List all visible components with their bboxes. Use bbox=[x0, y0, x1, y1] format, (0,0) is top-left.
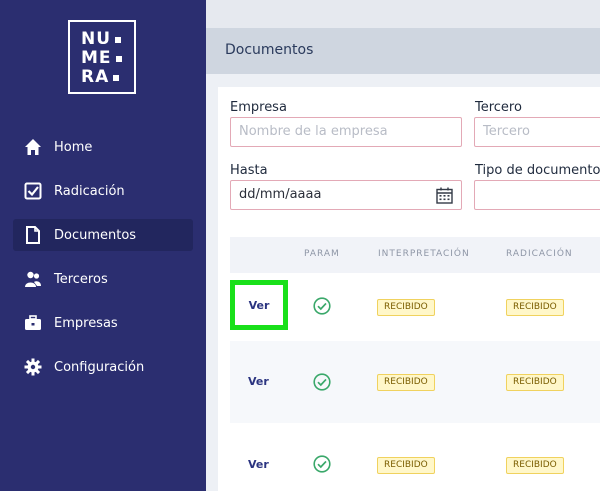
empresa-placeholder: Nombre de la empresa bbox=[239, 124, 388, 139]
numera-logo[interactable]: NU ME RA bbox=[68, 20, 136, 94]
table-row: Ver RECIBIDO RECIBIDO bbox=[230, 423, 600, 491]
checkbox-icon bbox=[24, 182, 42, 200]
status-badge: RECIBIDO bbox=[506, 374, 564, 391]
ver-link[interactable]: Ver bbox=[248, 375, 269, 388]
table-row: Ver RECIBIDO RECIBIDO bbox=[230, 341, 600, 423]
logo-square bbox=[113, 74, 120, 81]
sidebar-nav: Home Radicación Documentos Terceros Empr… bbox=[13, 131, 193, 395]
empresa-input[interactable]: Nombre de la empresa bbox=[230, 117, 462, 147]
ver-button[interactable]: Ver bbox=[230, 280, 288, 330]
empresa-label: Empresa bbox=[230, 100, 287, 115]
check-circle-icon bbox=[313, 297, 331, 315]
hasta-date-input[interactable]: dd/mm/aaaa bbox=[230, 180, 462, 210]
logo-square bbox=[115, 36, 122, 43]
tercero-placeholder: Tercero bbox=[483, 124, 530, 139]
sidebar-item-radicacion[interactable]: Radicación bbox=[13, 175, 193, 207]
sidebar-item-terceros[interactable]: Terceros bbox=[13, 263, 193, 295]
tipo-documento-select[interactable] bbox=[474, 180, 600, 210]
logo-text-row-1: NU bbox=[81, 29, 112, 49]
hasta-value: dd/mm/aaaa bbox=[239, 187, 322, 202]
column-header-param: PARAM bbox=[304, 249, 340, 259]
page-title: Documentos bbox=[225, 42, 314, 58]
logo-text-row-2: ME bbox=[81, 48, 112, 68]
tercero-label: Tercero bbox=[475, 100, 522, 115]
sidebar-item-label: Empresas bbox=[54, 315, 118, 331]
sidebar-item-documentos[interactable]: Documentos bbox=[13, 219, 193, 251]
status-badge: RECIBIDO bbox=[377, 457, 435, 474]
sidebar-item-empresas[interactable]: Empresas bbox=[13, 307, 193, 339]
top-bar bbox=[206, 0, 600, 28]
status-badge: RECIBIDO bbox=[377, 374, 435, 391]
gear-icon bbox=[24, 358, 42, 376]
table-row: Ver RECIBIDO RECIBIDO bbox=[230, 273, 600, 341]
sidebar-item-home[interactable]: Home bbox=[13, 131, 193, 163]
column-header-radicacion: RADICACIÓN bbox=[506, 249, 573, 259]
hasta-label: Hasta bbox=[230, 163, 268, 178]
home-icon bbox=[24, 138, 42, 156]
page-header: Documentos bbox=[206, 28, 600, 74]
check-circle-icon bbox=[313, 373, 331, 391]
briefcase-icon bbox=[24, 314, 42, 332]
sidebar-item-label: Documentos bbox=[54, 227, 137, 243]
sidebar: NU ME RA Home Radicación Documentos Terc… bbox=[0, 0, 206, 491]
users-icon bbox=[24, 270, 42, 288]
tercero-input[interactable]: Tercero bbox=[474, 117, 600, 147]
calendar-icon[interactable] bbox=[436, 187, 453, 209]
sidebar-item-label: Home bbox=[54, 139, 93, 155]
document-icon bbox=[24, 226, 42, 244]
status-badge: RECIBIDO bbox=[377, 299, 435, 316]
table-header: PARAM INTERPRETACIÓN RADICACIÓN bbox=[230, 237, 600, 273]
status-badge: RECIBIDO bbox=[506, 457, 564, 474]
ver-link[interactable]: Ver bbox=[248, 458, 269, 471]
sidebar-item-label: Configuración bbox=[54, 359, 145, 375]
tipo-documento-label: Tipo de documento bbox=[475, 163, 600, 178]
logo-square bbox=[115, 55, 122, 62]
column-header-interpretacion: INTERPRETACIÓN bbox=[378, 249, 470, 259]
logo-text-row-3: RA bbox=[81, 67, 110, 87]
sidebar-item-label: Radicación bbox=[54, 183, 125, 199]
status-badge: RECIBIDO bbox=[506, 299, 564, 316]
ver-label: Ver bbox=[248, 298, 270, 312]
sidebar-item-label: Terceros bbox=[54, 271, 108, 287]
check-circle-icon bbox=[313, 455, 331, 473]
sidebar-item-configuracion[interactable]: Configuración bbox=[13, 351, 193, 383]
